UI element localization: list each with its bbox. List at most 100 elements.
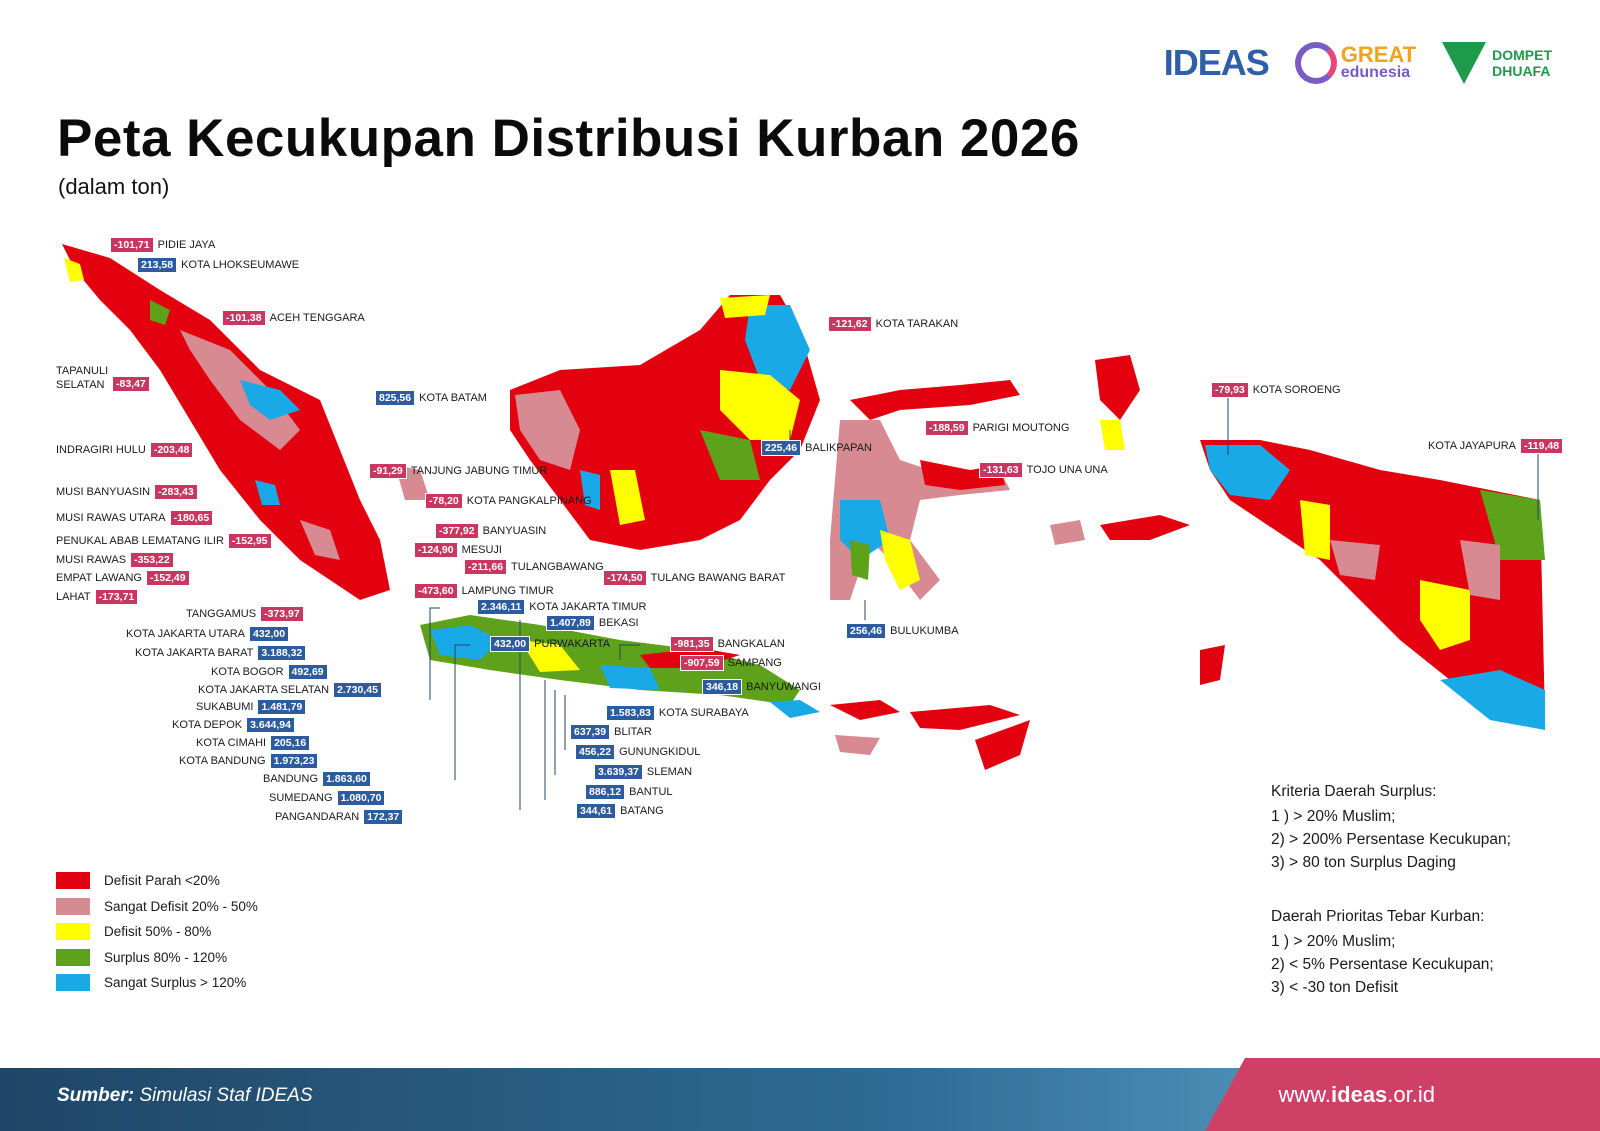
value-badge: -283,43 [154, 484, 198, 500]
criteria-surplus: Kriteria Daerah Surplus: 1 ) > 20% Musli… [1271, 780, 1511, 874]
value-badge: 256,46 [846, 623, 887, 639]
value-badge: -180,65 [169, 510, 214, 526]
value-badge: -174,50 [603, 570, 647, 586]
region-name: MUSI RAWAS UTARA [56, 512, 166, 524]
papua-region-yellow-2 [1300, 500, 1330, 560]
source-text: Simulasi Staf IDEAS [139, 1085, 313, 1106]
value-badge: 3.644,94 [246, 717, 295, 733]
region-name: PARIGI MOUTONG [972, 422, 1070, 434]
sulawesi-region-green [850, 540, 870, 580]
value-badge: -981,35 [670, 636, 714, 652]
region-name: TANJUNG JABUNG TIMUR [410, 465, 548, 477]
region-name: BANTUL [629, 786, 673, 798]
region-name: BANYUASIN [482, 525, 547, 537]
sulawesi-north-arm [850, 380, 1020, 420]
value-badge: -79,93 [1211, 382, 1249, 398]
legend-label: Sangat Defisit 20% - 50% [104, 898, 258, 914]
value-badge: -152,49 [145, 570, 190, 586]
map-label: KOTA JAKARTA SELATAN 2.730,45 [194, 682, 382, 698]
region-name: BALIKPAPAN [805, 442, 872, 454]
region-name: KOTA BATAM [419, 392, 487, 404]
legend-swatch [56, 923, 90, 941]
halmahera-island [1095, 355, 1140, 420]
criteria-surplus-item: 1 ) > 20% Muslim; [1271, 808, 1396, 825]
map-label: 825,56 KOTA BATAM [375, 390, 491, 406]
value-badge: -121,62 [828, 316, 872, 332]
value-badge: 2.730,45 [333, 682, 382, 698]
criteria-priority-item: 2) < 5% Persentase Kecukupan; [1271, 956, 1494, 973]
sumba-island [835, 735, 880, 755]
map-label: -981,35 BANGKALAN [670, 636, 789, 652]
legend-label: Sangat Surplus > 120% [104, 975, 247, 991]
value-badge: -152,95 [227, 533, 272, 549]
value-badge: -353,22 [130, 552, 174, 568]
map-label: -91,29 TANJUNG JABUNG TIMUR [369, 463, 551, 479]
value-badge: 1.973,23 [269, 753, 319, 769]
region-name: KOTA DEPOK [172, 719, 243, 731]
value-badge: 1.583,83 [606, 705, 655, 721]
region-name: KOTA JAKARTA UTARA [126, 628, 245, 640]
map-label: KOTA JAKARTA BARAT 3.188,32 [131, 645, 307, 661]
map-label: MUSI RAWAS -353,22 [56, 552, 174, 568]
map-label: MUSI RAWAS UTARA -180,65 [56, 510, 214, 526]
value-badge: -101,38 [222, 310, 266, 326]
region-name: BEKASI [598, 617, 639, 629]
map-label: 213,58 KOTA LHOKSEUMAWE [137, 257, 303, 273]
timor-island [975, 720, 1030, 770]
legend-label: Defisit 50% - 80% [104, 924, 212, 940]
value-badge: 344,61 [576, 803, 617, 819]
value-badge: 432,00 [490, 636, 531, 652]
value-badge: -211,66 [464, 559, 508, 575]
region-name: GUNUNGKIDUL [619, 746, 701, 758]
url-domain: ideas [1331, 1082, 1388, 1107]
region-name: MUSI RAWAS [56, 554, 127, 566]
region-name: BULUKUMBA [890, 625, 959, 637]
map-label: -78,20 KOTA PANGKALPINANG [425, 493, 596, 509]
url-prefix: www. [1278, 1082, 1332, 1107]
value-badge: -124,90 [414, 542, 458, 558]
region-name: PIDIE JAYA [157, 239, 216, 251]
value-badge: 205,16 [270, 735, 311, 751]
map-label: -131,63 TOJO UNA UNA [979, 462, 1112, 478]
value-badge: -101,71 [110, 237, 154, 253]
region-name: TULANGBAWANG [511, 561, 604, 573]
region-name: KOTA JAKARTA SELATAN [198, 684, 330, 696]
value-badge: -131,63 [979, 462, 1023, 478]
value-badge: 1.481,79 [257, 699, 307, 715]
legend-item: Defisit Parah <20% [56, 868, 258, 894]
map-label: LAHAT -173,71 [56, 589, 139, 605]
value-badge: -173,71 [94, 589, 139, 605]
url-suffix: .or.id [1387, 1082, 1435, 1107]
region-name: TULANG BAWANG BARAT [650, 572, 786, 584]
footer-url[interactable]: www.ideas.or.id [1278, 1082, 1435, 1108]
map-label: -377,92 BANYUASIN [435, 523, 550, 539]
map-label: 456,22 GUNUNGKIDUL [575, 744, 704, 760]
value-badge: 492,69 [287, 664, 328, 680]
value-badge: 432,00 [249, 626, 290, 642]
region-name: EMPAT LAWANG [56, 572, 142, 584]
region-name: LAMPUNG TIMUR [461, 585, 554, 597]
map-legend: Defisit Parah <20% Sangat Defisit 20% - … [56, 868, 258, 996]
map-label: 637,39 BLITAR [570, 724, 656, 740]
region-name: BANDUNG [263, 773, 319, 785]
region-name: PANGANDARAN [275, 811, 360, 823]
map-label: 225,46 BALIKPAPAN [761, 440, 876, 456]
region-name: KOTA SURABAYA [658, 707, 749, 719]
map-label: -188,59 PARIGI MOUTONG [925, 420, 1073, 436]
map-label: 256,46 BULUKUMBA [846, 623, 963, 639]
region-name: KOTA TARAKAN [875, 318, 959, 330]
region-name: PENUKAL ABAB LEMATANG ILIR [56, 535, 224, 547]
value-badge: 3.188,32 [257, 645, 307, 661]
criteria-priority-heading: Daerah Prioritas Tebar Kurban: [1271, 908, 1485, 925]
maluku-south [1200, 645, 1225, 685]
map-label: SUKABUMI 1.481,79 [192, 699, 307, 715]
value-badge: -473,60 [414, 583, 458, 599]
bali-island [770, 700, 820, 718]
map-label: KOTA DEPOK 3.644,94 [168, 717, 295, 733]
value-badge: -907,59 [680, 655, 724, 671]
legend-swatch [56, 872, 90, 890]
map-label: EMPAT LAWANG -152,49 [56, 570, 190, 586]
value-badge: -78,20 [425, 493, 463, 509]
criteria-priority-item: 3) < -30 ton Defisit [1271, 979, 1399, 996]
value-badge: 1.407,89 [546, 615, 595, 631]
